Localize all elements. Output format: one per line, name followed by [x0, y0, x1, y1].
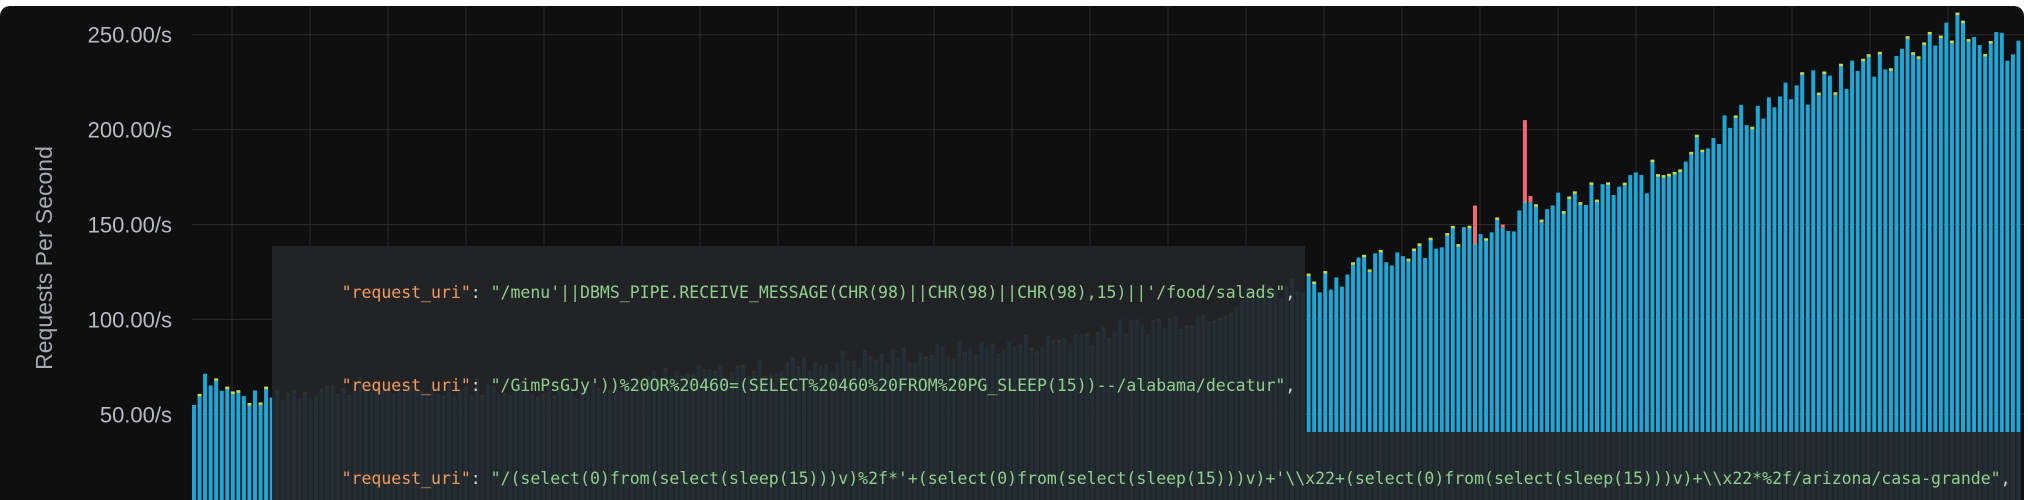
bar — [241, 396, 246, 500]
log-snippet-overlay: "request_uri": "/menu'||DBMS_PIPE.RECEIV… — [272, 246, 2021, 500]
bar-top-accent — [1983, 53, 1988, 57]
bar — [208, 385, 213, 500]
log-line: "request_uri": "/(select(0)from(select(s… — [272, 432, 2021, 500]
bar — [247, 404, 252, 500]
bar-top-accent — [1595, 199, 1599, 203]
log-key: "request_uri" — [341, 469, 471, 488]
bar-top-accent — [1428, 237, 1433, 241]
attack-spike-bar — [1522, 120, 1527, 202]
bar-top-accent — [258, 402, 263, 405]
bar — [258, 404, 263, 500]
bar-top-accent — [1622, 182, 1627, 186]
attack-spike-bar — [1473, 205, 1477, 244]
log-value: "/GimPsGJy'))%20OR%20460=(SELECT%20460%2… — [490, 376, 1286, 395]
chart-panel: 50.00/s 100.00/s 150.00/s 200.00/s 250.00/s … — [0, 6, 2024, 500]
bar — [225, 388, 230, 500]
bar-top-accent — [1689, 151, 1694, 155]
bar-top-accent — [1916, 56, 1921, 59]
bar-top-accent — [214, 378, 219, 381]
bar — [253, 390, 257, 500]
bar-top-accent — [1606, 182, 1611, 185]
y-tick-label: 100.00/s — [88, 307, 172, 332]
log-terminator: , — [2000, 469, 2011, 488]
log-line: "request_uri": "/GimPsGJy'))%20OR%20460=… — [272, 339, 1306, 432]
bar-top-accent — [1561, 211, 1566, 214]
bar-top-accent — [1922, 42, 1927, 45]
bar-top-accent — [1467, 225, 1472, 229]
bar-top-accent — [1816, 92, 1821, 96]
bar-top-accent — [1656, 174, 1660, 177]
bar-top-accent — [1700, 149, 1705, 153]
y-axis-label: Requests Per Second — [31, 146, 57, 370]
bar-top-accent — [1733, 115, 1738, 118]
bar — [197, 395, 202, 500]
bar-top-accent — [1572, 191, 1577, 194]
log-key: "request_uri" — [341, 376, 471, 395]
bar — [264, 388, 269, 500]
log-line: "request_uri": "/menu'||DBMS_PIPE.RECEIV… — [272, 246, 1306, 339]
bar-top-accent — [1450, 225, 1455, 229]
log-separator: : — [470, 469, 491, 488]
bar-top-accent — [1927, 31, 1932, 35]
y-tick-label: 200.00/s — [88, 118, 172, 143]
bar-top-accent — [1911, 52, 1916, 55]
bar-top-accent — [264, 386, 269, 390]
bar-top-accent — [1667, 173, 1672, 177]
bar-top-accent — [1888, 68, 1893, 71]
attack-spike-bar — [1500, 224, 1505, 228]
bar-top-accent — [1800, 72, 1805, 75]
bar-top-accent — [1661, 175, 1666, 178]
bar-top-accent — [1988, 40, 1993, 44]
bar-top-accent — [1672, 171, 1677, 175]
y-tick-label: 150.00/s — [88, 213, 172, 238]
log-terminator: , — [1285, 376, 1296, 395]
log-separator: : — [470, 376, 491, 395]
bar-top-accent — [1949, 40, 1954, 44]
log-value: "/menu'||DBMS_PIPE.RECEIVE_MESSAGE(CHR(9… — [490, 283, 1286, 302]
bar-top-accent — [197, 393, 202, 397]
bar — [192, 404, 196, 500]
bar — [203, 373, 208, 500]
bar-top-accent — [1567, 196, 1572, 199]
bar-top-accent — [1839, 63, 1843, 67]
bar-top-accent — [225, 386, 230, 390]
bar-top-accent — [1822, 71, 1827, 74]
attack-spike-bar — [1528, 196, 1533, 203]
y-axis-ticks: 50.00/s 100.00/s 150.00/s 200.00/s 250.00/s — [88, 23, 172, 428]
bar — [230, 393, 235, 500]
bar-top-accent — [236, 390, 241, 393]
log-key: "request_uri" — [341, 283, 471, 302]
bar-top-accent — [1578, 202, 1583, 205]
bar — [219, 390, 224, 500]
bar-top-accent — [1961, 20, 1965, 24]
bar-top-accent — [1955, 12, 1960, 16]
bar-top-accent — [1445, 233, 1450, 236]
bar-top-accent — [1678, 169, 1683, 172]
y-tick-label: 250.00/s — [88, 23, 172, 48]
bar-top-accent — [1589, 182, 1594, 185]
log-terminator: , — [1285, 283, 1296, 302]
bar-top-accent — [1877, 51, 1882, 55]
log-separator: : — [470, 283, 491, 302]
bar-top-accent — [1938, 35, 1943, 39]
bar-top-accent — [1966, 39, 1971, 42]
bar-top-accent — [1539, 219, 1544, 223]
bar-top-accent — [1694, 134, 1699, 138]
bar-top-accent — [247, 402, 252, 406]
log-value: "/(select(0)from(select(sleep(15)))v)%2f… — [490, 469, 2001, 488]
bar-top-accent — [230, 391, 235, 394]
bar — [214, 380, 219, 500]
bar-top-accent — [1833, 92, 1838, 95]
bar — [236, 392, 241, 500]
bar-top-accent — [1750, 126, 1755, 130]
bar-top-accent — [1650, 159, 1655, 163]
bar-top-accent — [1484, 238, 1489, 241]
y-tick-label: 50.00/s — [100, 402, 172, 427]
bar-top-accent — [1866, 54, 1871, 57]
bar-top-accent — [1495, 217, 1500, 220]
bar-top-accent — [1861, 58, 1866, 62]
bar-top-accent — [1905, 36, 1910, 39]
bar-top-accent — [1534, 204, 1538, 207]
